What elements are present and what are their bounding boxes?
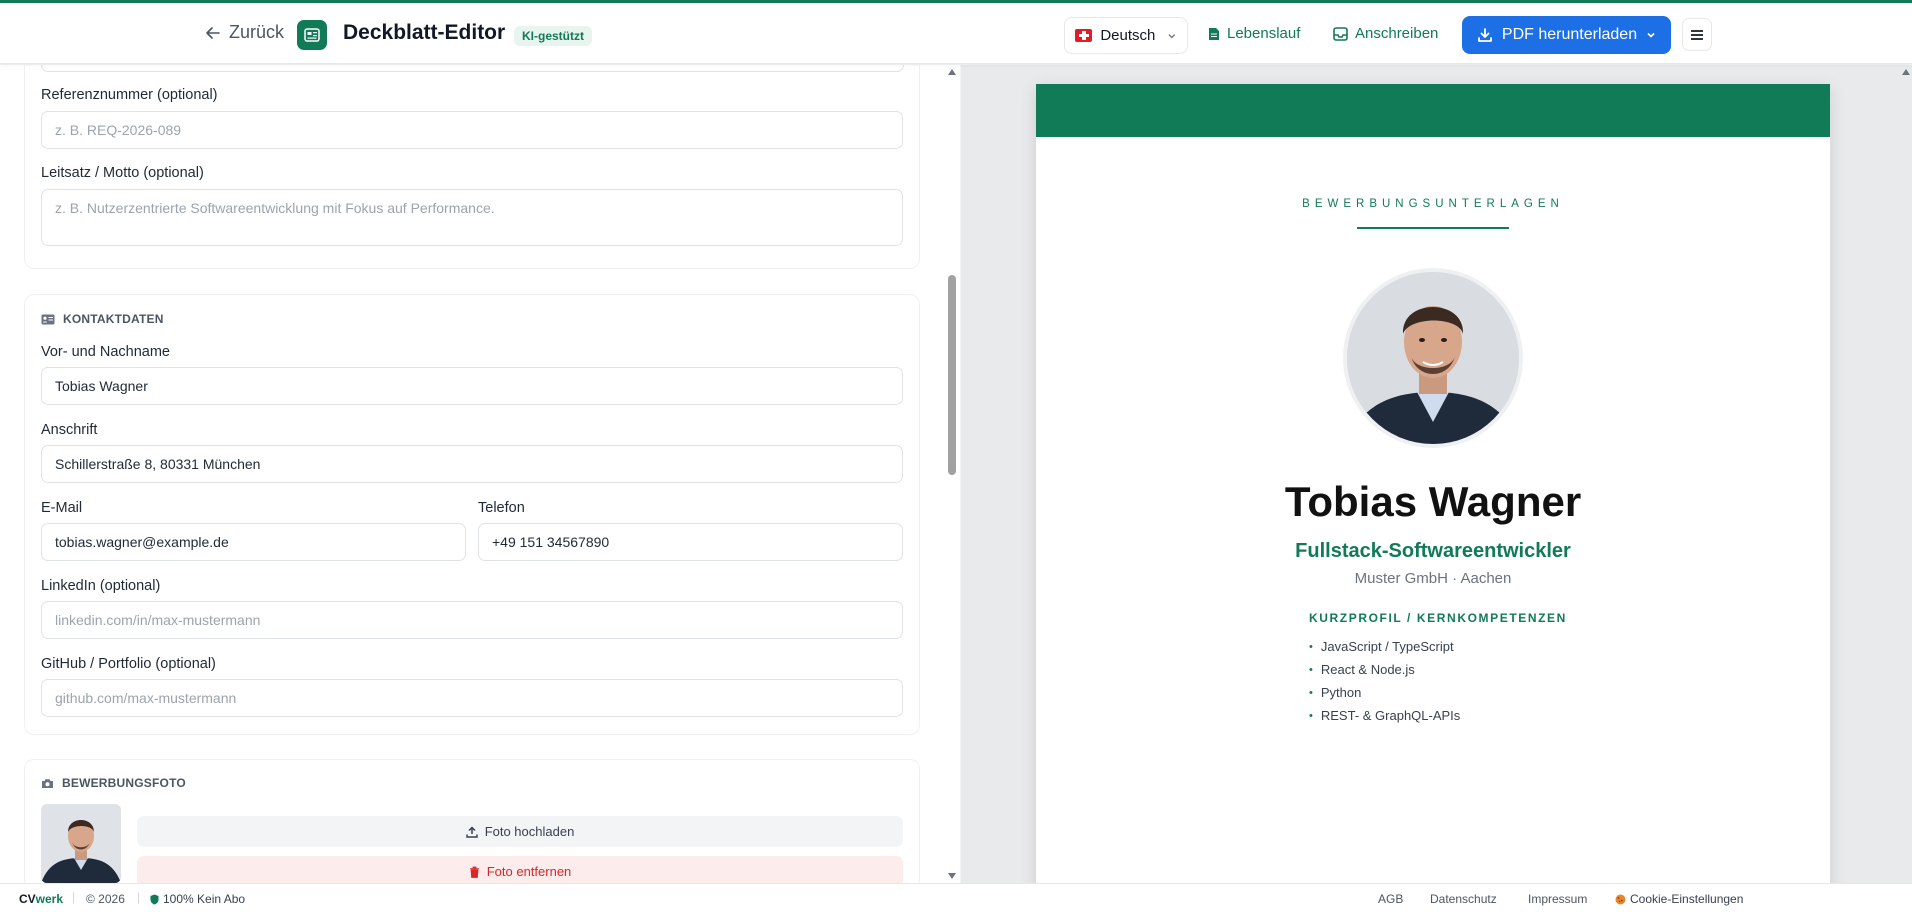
editor-scroll-thumb[interactable]	[948, 275, 956, 475]
download-pdf-label: PDF herunterladen	[1501, 26, 1638, 43]
swiss-flag-icon	[1075, 29, 1093, 42]
preview-skills-list: JavaScript / TypeScript React & Node.js …	[1309, 635, 1460, 727]
email-label: E-Mail	[41, 500, 83, 516]
cookie-icon	[1615, 894, 1626, 904]
cover-letter-link[interactable]: Anschreiben	[1333, 25, 1438, 42]
cookie-settings-link[interactable]: Cookie-Einstellungen	[1615, 892, 1743, 906]
page-title: Deckblatt-Editor	[343, 21, 506, 44]
download-pdf-button[interactable]: PDF herunterladen	[1462, 16, 1671, 54]
brand-werk: werk	[35, 892, 64, 906]
skill-item: JavaScript / TypeScript	[1309, 635, 1460, 658]
phone-label: Telefon	[478, 500, 525, 516]
address-input[interactable]: Schillerstraße 8, 80331 München	[41, 445, 903, 483]
footer-link-agb[interactable]: AGB	[1378, 892, 1403, 906]
footer-link-privacy[interactable]: Datenschutz	[1430, 892, 1497, 906]
remove-photo-button[interactable]: Foto entfernen	[137, 856, 903, 883]
upload-photo-label: Foto hochladen	[484, 824, 575, 839]
photo-thumbnail	[41, 804, 121, 883]
preview-panel: BEWERBUNGSUNTERLAGEN Tobias Wagner Fulls…	[961, 65, 1912, 883]
editor-scrollbar[interactable]	[944, 65, 960, 883]
email-input[interactable]: tobias.wagner@example.de	[41, 523, 466, 561]
skill-item: React & Node.js	[1309, 658, 1460, 681]
editor-panel: Referenznummer (optional) z. B. REQ-2026…	[0, 65, 960, 883]
no-subscription-label: 100% Kein Abo	[163, 892, 246, 906]
document-icon	[1209, 27, 1219, 40]
photo-section-title: BEWERBUNGSFOTO	[41, 776, 186, 790]
footer-copyright: © 2026	[86, 892, 125, 906]
back-label: Zurück	[229, 22, 285, 42]
trash-icon	[469, 866, 479, 878]
footer: CV werk | © 2026 | 100% Kein Abo AGB Date…	[0, 883, 1912, 912]
back-button[interactable]: Zurück	[205, 22, 284, 43]
remove-photo-label: Foto entfernen	[486, 864, 572, 879]
chevron-down-icon	[1168, 33, 1176, 38]
brand-cv: CV	[19, 892, 36, 906]
github-label: GitHub / Portfolio (optional)	[41, 656, 216, 672]
shield-icon	[150, 894, 159, 904]
footer-brand: CV werk	[19, 892, 63, 906]
name-label: Vor- und Nachname	[41, 344, 170, 360]
preview-name: Tobias Wagner	[1284, 478, 1582, 525]
footer-link-imprint[interactable]: Impressum	[1528, 892, 1587, 906]
arrow-left-icon	[206, 26, 220, 39]
menu-button[interactable]	[1682, 18, 1712, 51]
linkedin-input[interactable]: linkedin.com/in/max-mustermann	[41, 601, 903, 639]
address-label: Anschrift	[41, 422, 98, 438]
upload-photo-button[interactable]: Foto hochladen	[137, 816, 903, 847]
id-card-icon	[304, 28, 320, 42]
scroll-up-icon[interactable]	[948, 69, 956, 75]
github-input[interactable]: github.com/max-mustermann	[41, 679, 903, 717]
header-band	[1036, 84, 1830, 137]
preview-skills-title: KURZPROFIL / KERNKOMPETENZEN	[1309, 611, 1567, 625]
contact-section-title: KONTAKTDATEN	[41, 312, 164, 326]
cv-link-label: Lebenslauf	[1227, 25, 1301, 42]
skill-item: REST- & GraphQL-APIs	[1309, 704, 1460, 727]
skill-item: Python	[1309, 681, 1460, 704]
preview-role: Fullstack-Softwareentwickler	[1295, 540, 1571, 562]
eyebrow-divider	[1357, 227, 1509, 229]
inbox-icon	[1333, 26, 1348, 41]
reference-label: Referenznummer (optional)	[41, 87, 218, 103]
footer-separator: |	[72, 890, 76, 904]
chevron-down-icon	[1647, 32, 1655, 38]
camera-icon	[42, 778, 53, 788]
cover-page-preview: BEWERBUNGSUNTERLAGEN Tobias Wagner Fulls…	[1036, 84, 1830, 883]
preview-scroll-up-icon[interactable]	[1902, 69, 1910, 75]
motto-textarea[interactable]: z. B. Nutzerzentrierte Softwareentwicklu…	[41, 189, 903, 246]
ai-badge: KI-gestützt	[514, 26, 592, 46]
photo-section-label: BEWERBUNGSFOTO	[62, 776, 186, 790]
language-label: Deutsch	[1100, 27, 1156, 44]
hamburger-icon	[1691, 29, 1703, 40]
no-subscription-badge: 100% Kein Abo	[150, 892, 245, 906]
footer-separator: |	[137, 890, 141, 904]
preview-eyebrow: BEWERBUNGSUNTERLAGEN	[1302, 198, 1564, 210]
name-input[interactable]: Tobias Wagner	[41, 367, 903, 405]
app-logo	[297, 20, 327, 50]
top-bar: Zurück Deckblatt-Editor KI-gestützt Deut…	[0, 0, 1912, 64]
cover-letter-label: Anschreiben	[1355, 25, 1439, 42]
phone-input[interactable]: +49 151 34567890	[478, 523, 903, 561]
cv-link[interactable]: Lebenslauf	[1208, 25, 1300, 42]
upload-icon	[465, 825, 478, 838]
preview-company: Muster GmbH · Aachen	[1354, 570, 1512, 587]
download-icon	[1478, 28, 1492, 42]
scroll-down-icon[interactable]	[948, 873, 956, 879]
preview-portrait	[1343, 268, 1523, 448]
motto-label: Leitsatz / Motto (optional)	[41, 165, 204, 181]
reference-input[interactable]: z. B. REQ-2026-089	[41, 111, 903, 149]
language-select[interactable]: Deutsch	[1064, 17, 1188, 54]
contact-section-label: KONTAKTDATEN	[63, 312, 164, 326]
cut-off-input	[41, 65, 904, 72]
contact-card-icon	[41, 314, 55, 324]
linkedin-label: LinkedIn (optional)	[41, 578, 161, 594]
cookie-settings-label: Cookie-Einstellungen	[1630, 892, 1744, 906]
